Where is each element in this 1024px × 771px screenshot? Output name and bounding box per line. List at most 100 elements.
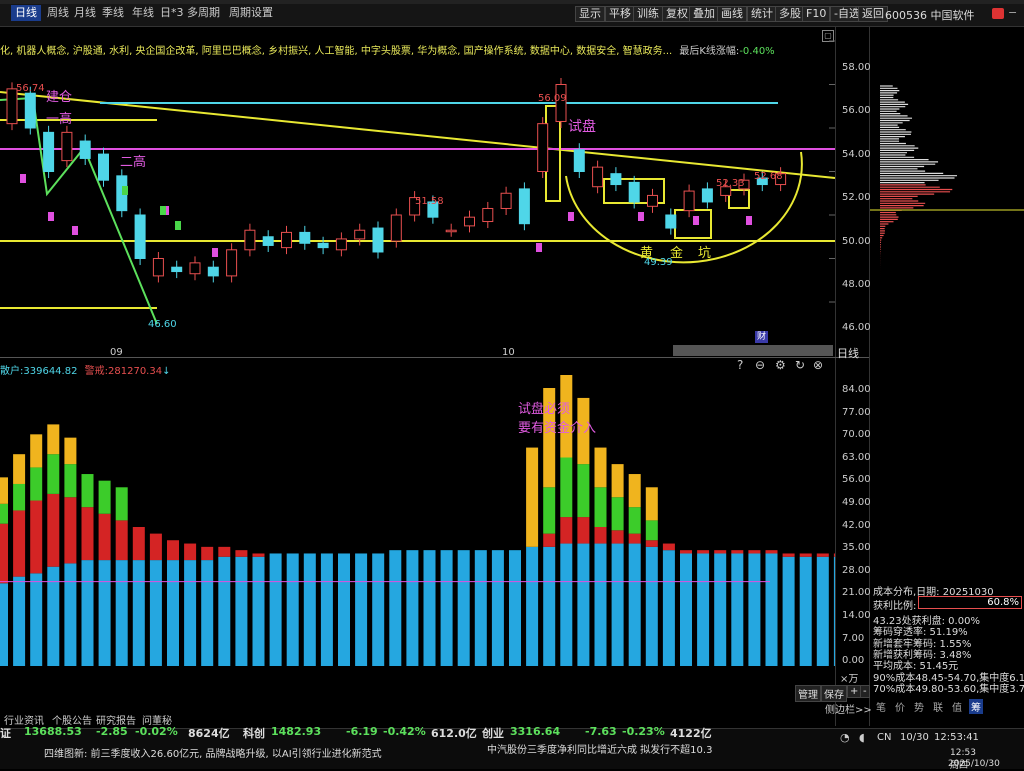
candle[interactable] [335,238,347,251]
candle[interactable] [628,181,640,203]
wifi-icon[interactable]: ◔ [840,731,850,744]
tab-0[interactable]: 日线 [11,5,41,21]
volume-chart[interactable] [0,375,835,675]
toolbar-button-5[interactable]: 画线 [717,6,747,22]
close-icon[interactable]: ⊗ [813,358,823,372]
candle[interactable] [98,153,109,181]
volume-bar-orange [0,477,8,504]
candle[interactable] [134,214,146,259]
volume-bar [201,560,214,666]
candle[interactable] [665,214,677,229]
candle[interactable] [299,231,311,244]
candle[interactable] [262,236,274,246]
candle[interactable] [244,229,256,251]
zoom-out-button[interactable]: - [860,685,870,698]
minimize-icon[interactable]: − [1008,6,1017,19]
candle[interactable] [445,229,457,233]
candle[interactable] [537,123,549,172]
candle[interactable] [482,207,494,223]
toolbar-button-2[interactable]: 训练 [633,6,663,22]
volume-bar-green [30,467,43,501]
candle[interactable] [152,258,164,277]
toolbar-button-8[interactable]: F10 [802,6,831,22]
candle[interactable] [701,188,713,203]
candle[interactable] [683,190,695,212]
candle[interactable] [226,249,238,277]
chart-scrollbar[interactable] [673,345,833,356]
price-axis-tick: 48.00 [842,279,871,290]
signal-marker [536,243,542,252]
candle[interactable] [24,92,36,129]
volume-bar-red [594,527,607,544]
volume-bar-red [115,520,128,561]
volume-axis-tick: 56.00 [842,474,871,486]
volume-bar-red [628,533,641,544]
cai-badge[interactable]: 财 [755,331,768,343]
sidebar-toggle[interactable]: 侧边栏>> [825,701,872,716]
manage-button[interactable]: 管理 [795,685,821,702]
signal-marker [693,216,699,225]
candle[interactable] [592,166,604,188]
toolbar-button-4[interactable]: 叠加 [689,6,719,22]
candle[interactable] [61,131,73,162]
tab-7[interactable]: 周期设置 [225,5,277,21]
candle[interactable] [647,194,658,207]
tab-4[interactable]: 年线 [128,5,158,21]
chip-distribution-chart [870,85,1024,312]
candle[interactable] [171,266,183,273]
toolbar-button-3[interactable]: 复权 [662,6,692,22]
candle[interactable] [500,192,512,209]
candlestick-chart[interactable] [0,26,835,356]
volume-axis-tick: 63.00 [842,451,871,463]
price-label-5268: 52.68 [754,171,783,182]
news-ticker-left[interactable]: 四维图新: 前三季度收入26.60亿元, 品牌战略升级, 以AI引领行业进化新范… [44,745,382,760]
tab-6[interactable]: 多周期 [183,5,224,21]
volume-unit: ×万 [840,674,859,685]
volume-bar-red [662,543,675,551]
candle[interactable] [610,173,622,186]
axis-separator [835,26,836,726]
toolbar-button-6[interactable]: 统计 [747,6,777,22]
settings-icon[interactable]: ⚙ [775,358,786,372]
candle[interactable] [43,131,55,172]
candle[interactable] [6,88,18,125]
volume-axis-tick: 14.00 [842,610,871,621]
toolbar-button-1[interactable]: 平移 [605,6,635,22]
news-ticker-right[interactable]: 中汽股份三季度净利同比增近六成 拟发行不超10.3 [487,741,712,756]
toolbar-button-0[interactable]: 显示 [575,6,605,22]
volume-icon[interactable]: ◖ [859,731,865,744]
candle[interactable] [207,266,219,277]
volume-bar-red [645,540,658,547]
candle[interactable] [189,262,201,275]
zoom-out-icon[interactable]: ⊖ [755,358,765,372]
candle[interactable] [317,242,329,249]
volume-bar-orange [13,454,26,484]
right-panel-tab-3[interactable]: 联 [931,699,945,714]
help-icon[interactable]: ? [737,358,743,372]
candle[interactable] [518,188,530,225]
tab-2[interactable]: 月线 [70,5,100,21]
right-panel-tab-5[interactable]: 筹 [969,699,983,714]
toolbar-button-7[interactable]: 多股 [775,6,805,22]
tab-1[interactable]: 周线 [43,5,73,21]
candle[interactable] [390,214,402,242]
candle[interactable] [464,216,475,227]
date-label-sep: 09 [110,347,123,358]
right-panel-tab-0[interactable]: 笔 [874,699,888,714]
candle[interactable] [573,149,585,172]
right-panel-tab-1[interactable]: 价 [893,699,907,714]
candle[interactable] [372,227,384,253]
volume-bar-red [782,553,795,557]
right-panel-tab-4[interactable]: 值 [950,699,964,714]
refresh-icon[interactable]: ↻ [795,358,805,372]
candle[interactable] [281,231,292,249]
candle[interactable] [354,229,366,240]
price-axis-tick: 52.00 [842,192,871,203]
toolbar-button-10[interactable]: 返回 [858,6,888,22]
candle[interactable] [79,140,91,159]
signal-marker [638,212,644,221]
tab-3[interactable]: 季线 [98,5,128,21]
volume-axis-tick: 77.00 [842,406,871,418]
save-button[interactable]: 保存 [821,685,847,702]
right-panel-tab-2[interactable]: 势 [912,699,926,714]
